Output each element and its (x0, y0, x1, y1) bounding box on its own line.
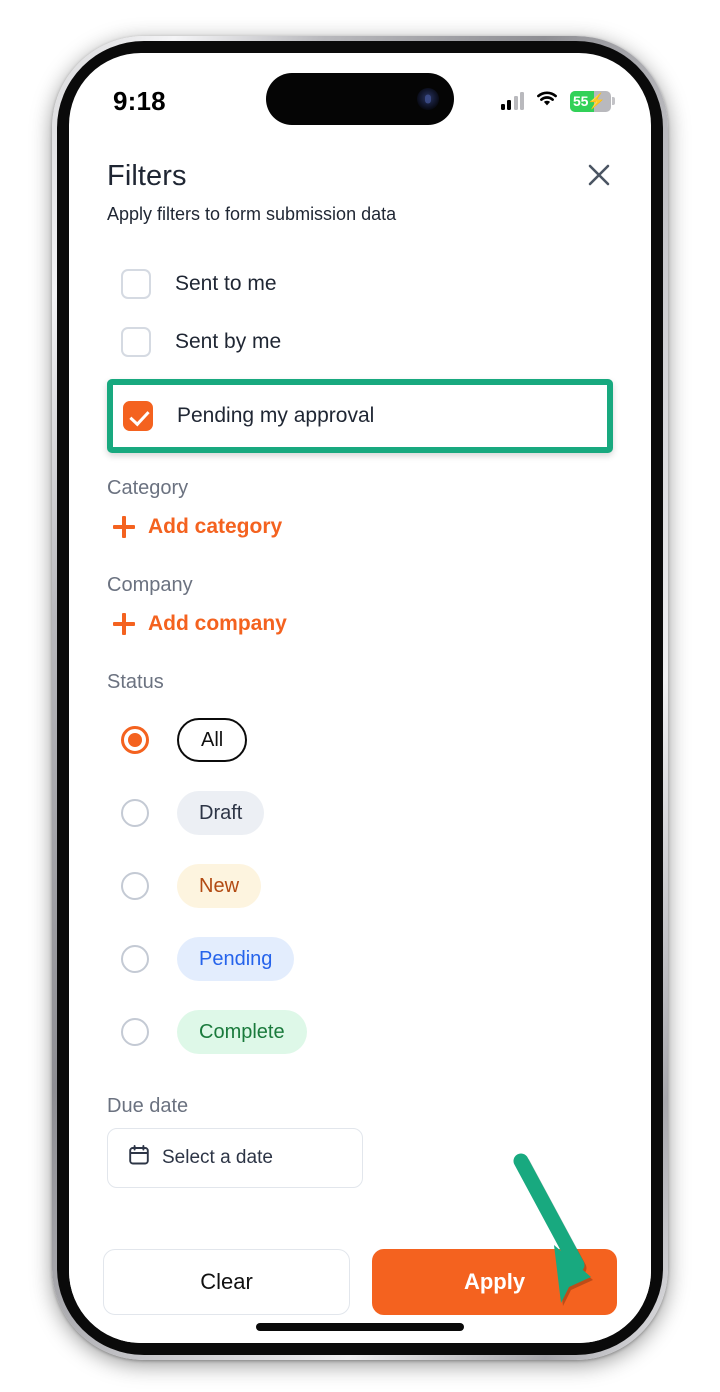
checkbox-row-pending-my-approval[interactable]: Pending my approval (113, 387, 607, 445)
filters-body: Sent to me Sent by me Pending my approva… (69, 255, 651, 1188)
lightning-bolt-icon: ⚡ (587, 92, 606, 110)
apply-button[interactable]: Apply (372, 1249, 617, 1315)
front-camera-icon (417, 88, 439, 110)
section-label-company: Company (107, 573, 193, 596)
radio-pending[interactable] (121, 945, 149, 974)
dynamic-island (266, 73, 454, 125)
checkbox-sent-to-me[interactable] (121, 268, 151, 299)
radio-row-new[interactable]: New (107, 850, 613, 923)
phone-frame: 9:18 55 ⚡ Filters Apply filters to form … (52, 36, 668, 1360)
cellular-bars-icon (500, 92, 524, 110)
status-bar-time: 9:18 (113, 85, 166, 116)
wifi-icon (535, 90, 559, 113)
radio-row-all[interactable]: All (107, 704, 613, 777)
checkbox-sent-by-me[interactable] (121, 326, 151, 357)
close-button[interactable] (579, 155, 619, 195)
close-icon (586, 162, 612, 188)
status-pill-all[interactable]: All (177, 718, 248, 763)
status-pill-pending[interactable]: Pending (177, 937, 295, 982)
checkbox-label-sent-by-me: Sent by me (175, 329, 282, 353)
add-category-label: Add category (148, 514, 283, 538)
section-label-status: Status (107, 670, 164, 693)
status-pill-draft[interactable]: Draft (177, 791, 265, 836)
radio-row-pending[interactable]: Pending (107, 923, 613, 996)
checkbox-row-sent-to-me[interactable]: Sent to me (107, 255, 613, 313)
status-pill-complete[interactable]: Complete (177, 1010, 307, 1055)
battery-cap (612, 97, 615, 105)
status-pill-new[interactable]: New (177, 864, 262, 909)
radio-draft[interactable] (121, 799, 149, 828)
battery-icon: 55 ⚡ (570, 90, 615, 112)
radio-complete[interactable] (121, 1018, 149, 1047)
checkbox-label-pending-my-approval: Pending my approval (177, 403, 375, 427)
radio-new[interactable] (121, 872, 149, 901)
add-company-button[interactable]: Add company (107, 601, 613, 647)
status-bar-icons: 55 ⚡ (500, 74, 615, 113)
home-indicator (256, 1323, 464, 1331)
page-subtitle: Apply filters to form submission data (107, 203, 397, 224)
due-date-value: Select a date (162, 1146, 273, 1168)
add-category-button[interactable]: Add category (107, 504, 613, 550)
page-title: Filters (107, 160, 187, 192)
checkbox-pending-my-approval[interactable] (123, 400, 153, 431)
due-date-input[interactable]: Select a date (107, 1127, 363, 1188)
calendar-icon (128, 1144, 150, 1172)
clear-button[interactable]: Clear (103, 1249, 350, 1315)
plus-icon (113, 515, 135, 538)
checkbox-label-sent-to-me: Sent to me (175, 271, 277, 295)
filters-sheet: Filters Apply filters to form submission… (69, 133, 651, 1343)
sheet-header: Filters Apply filters to form submission… (69, 133, 651, 225)
status-radio-group: All Draft New Pending Complete (107, 704, 613, 1069)
battery-percent-label: 55 (573, 93, 589, 109)
section-label-category: Category (107, 476, 189, 499)
radio-row-draft[interactable]: Draft (107, 777, 613, 850)
highlight-box-pending-my-approval: Pending my approval (107, 378, 613, 453)
plus-icon (113, 612, 135, 635)
phone-screen: 9:18 55 ⚡ Filters Apply filters to form … (69, 53, 651, 1343)
add-company-label: Add company (148, 611, 287, 635)
checkbox-row-sent-by-me[interactable]: Sent by me (107, 313, 613, 371)
radio-all[interactable] (121, 726, 149, 755)
radio-row-complete[interactable]: Complete (107, 996, 613, 1069)
section-label-due-date: Due date (107, 1094, 189, 1117)
